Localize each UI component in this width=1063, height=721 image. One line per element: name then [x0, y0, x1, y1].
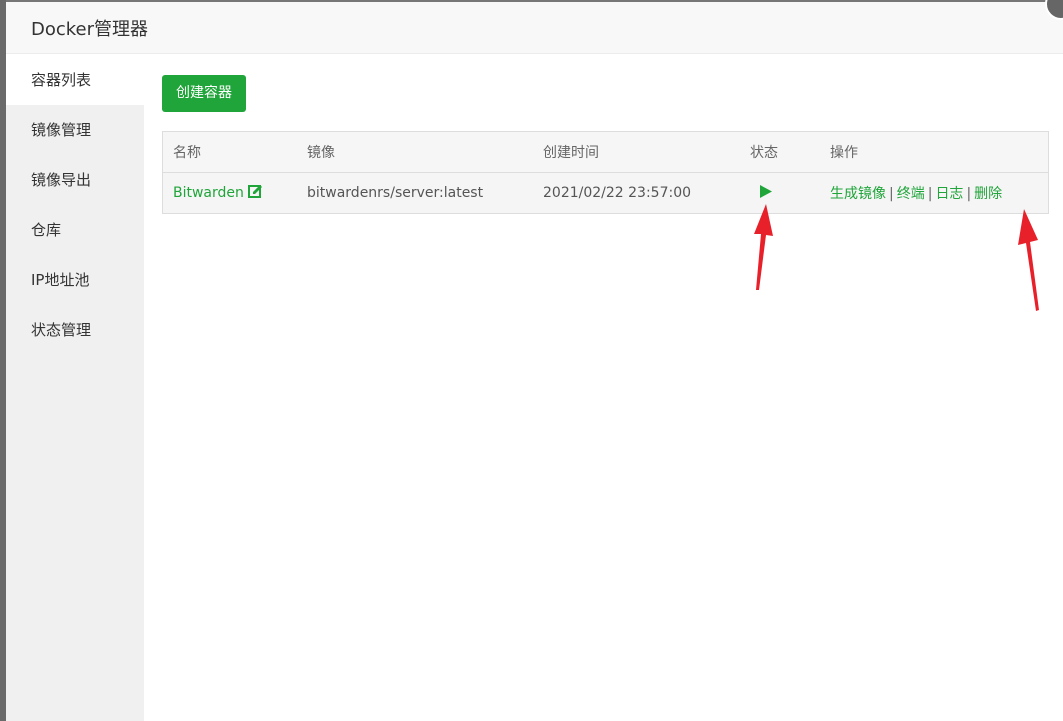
table-row: Bitwarden bitwardenrs/server:latest 2021… [162, 172, 1049, 214]
logs-link[interactable]: 日志 [935, 186, 963, 202]
separator: | [966, 186, 972, 202]
annotation-arrow-status [754, 204, 773, 290]
cell-image: bitwardenrs/server:latest [307, 185, 484, 201]
separator: | [889, 186, 894, 202]
separator: | [927, 186, 933, 202]
edit-icon[interactable] [247, 184, 263, 203]
sidebar-item-image-export[interactable]: 镜像导出 [6, 155, 144, 205]
delete-link[interactable]: 删除 [974, 186, 1002, 202]
cell-created: 2021/02/22 23:57:00 [543, 185, 692, 201]
dialog-titlebar: Docker管理器 [6, 2, 1063, 54]
create-container-button[interactable]: 创建容器 [162, 75, 246, 112]
cell-name: Bitwarden [163, 173, 298, 214]
terminal-link[interactable]: 终端 [897, 186, 925, 202]
docker-manager-dialog: Docker管理器 容器列表 镜像管理 镜像导出 仓库 IP地址池 状态管理 创… [6, 0, 1063, 721]
table-header-row: 名称 镜像 创建时间 状态 操作 [162, 131, 1049, 173]
sidebar-item-container-list[interactable]: 容器列表 [6, 55, 144, 105]
header-name: 名称 [162, 131, 297, 173]
header-status: 状态 [740, 131, 820, 173]
container-name-link[interactable]: Bitwarden [173, 185, 244, 201]
annotation-arrow-delete [1018, 209, 1039, 311]
sidebar: 容器列表 镜像管理 镜像导出 仓库 IP地址池 状态管理 [6, 55, 144, 721]
sidebar-item-ip-pool[interactable]: IP地址池 [6, 255, 144, 305]
container-table: 名称 镜像 创建时间 状态 操作 Bitwarden bitwardenrs/s… [162, 131, 1049, 214]
header-created: 创建时间 [533, 131, 740, 173]
sidebar-item-repository[interactable]: 仓库 [6, 205, 144, 255]
dialog-title: Docker管理器 [31, 18, 149, 40]
main-content: 创建容器 名称 镜像 创建时间 状态 操作 Bitwarden bitwarde… [162, 75, 1049, 214]
header-actions: 操作 [820, 131, 1049, 173]
sidebar-item-image-management[interactable]: 镜像管理 [6, 105, 144, 155]
sidebar-item-status-management[interactable]: 状态管理 [6, 305, 144, 355]
header-image: 镜像 [297, 131, 533, 173]
play-icon[interactable] [760, 184, 772, 202]
generate-image-link[interactable]: 生成镜像 [830, 186, 886, 202]
